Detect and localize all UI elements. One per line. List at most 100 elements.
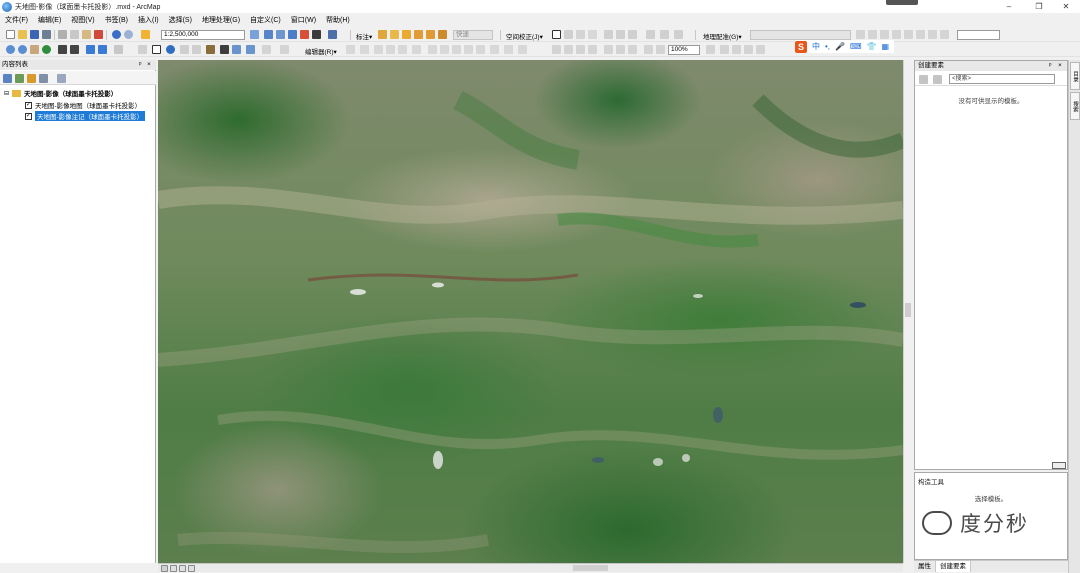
menu-selection[interactable]: 选择(S) bbox=[169, 15, 192, 25]
menu-insert[interactable]: 插入(I) bbox=[138, 15, 159, 25]
layout-options-icon[interactable] bbox=[756, 45, 765, 54]
toc-window-icon[interactable] bbox=[264, 30, 273, 39]
georef-layer-combo[interactable] bbox=[750, 30, 851, 40]
fixed-zoom-out-layout-icon[interactable] bbox=[628, 45, 637, 54]
menu-edit[interactable]: 编辑(E) bbox=[38, 15, 61, 25]
ime-keyboard-icon[interactable]: ⌨ bbox=[850, 42, 862, 51]
labeling-menu[interactable]: 标注▾ bbox=[356, 31, 372, 41]
zoom-in-icon[interactable] bbox=[6, 45, 15, 54]
menu-windows[interactable]: 窗口(W) bbox=[291, 15, 316, 25]
list-by-source-icon[interactable] bbox=[15, 74, 24, 83]
layer-swipe-icon[interactable] bbox=[280, 45, 289, 54]
toc-layer-item[interactable]: ✓ 天地图-影像地图（球面墨卡托投影） bbox=[25, 100, 141, 110]
ime-toolbox-icon[interactable]: ▦ bbox=[882, 42, 890, 51]
full-extent-globe-icon[interactable] bbox=[42, 45, 51, 54]
trace-icon[interactable] bbox=[398, 45, 407, 54]
layout-zoom-in-icon[interactable] bbox=[552, 45, 561, 54]
new-displacement-link-icon[interactable] bbox=[564, 30, 573, 39]
fast-label-combo[interactable]: 快速 bbox=[453, 30, 493, 40]
map-vertical-scrollbar[interactable] bbox=[903, 60, 912, 563]
cut-icon[interactable] bbox=[58, 30, 67, 39]
layout-pan-icon[interactable] bbox=[576, 45, 585, 54]
shift-icon[interactable] bbox=[868, 30, 877, 39]
close-icon[interactable]: × bbox=[1058, 61, 1062, 71]
select-elements-icon[interactable] bbox=[152, 45, 161, 54]
pause-drawing-icon[interactable] bbox=[188, 565, 195, 572]
organize-templates-icon[interactable] bbox=[919, 75, 928, 84]
identity-link-icon[interactable] bbox=[616, 30, 625, 39]
spatial-adjustment-menu[interactable]: 空间校正(J)▾ bbox=[506, 31, 543, 41]
reshape-feature-icon[interactable] bbox=[440, 45, 449, 54]
catalog-window-icon[interactable] bbox=[276, 30, 285, 39]
sogou-logo-icon[interactable]: S bbox=[795, 40, 807, 53]
rotate-icon[interactable] bbox=[856, 30, 865, 39]
layout-view-icon[interactable] bbox=[170, 565, 177, 572]
map-scale-combo[interactable]: 1:2,500,000 bbox=[161, 30, 245, 40]
list-by-drawing-order-icon[interactable] bbox=[3, 74, 12, 83]
arctoolbox-icon[interactable] bbox=[300, 30, 309, 39]
endpoint-arc-icon[interactable] bbox=[386, 45, 395, 54]
ime-chinese-mode[interactable]: 中 bbox=[812, 41, 820, 52]
layer-visibility-checkbox[interactable]: ✓ bbox=[25, 101, 32, 109]
fixed-zoom-out-icon[interactable] bbox=[70, 45, 79, 54]
point-icon[interactable] bbox=[412, 45, 421, 54]
editor-menu[interactable]: 编辑器(R)▾ bbox=[305, 46, 337, 56]
rotate-feature-icon[interactable] bbox=[476, 45, 485, 54]
multi-link-icon[interactable] bbox=[588, 30, 597, 39]
horizontal-scrollbar-thumb[interactable] bbox=[573, 565, 608, 571]
list-by-visibility-icon[interactable] bbox=[27, 74, 36, 83]
print-icon[interactable] bbox=[42, 30, 51, 39]
create-features-icon[interactable] bbox=[518, 45, 527, 54]
editor-toolbar-icon[interactable] bbox=[250, 30, 259, 39]
pin-icon[interactable]: ᵖ bbox=[1049, 61, 1051, 71]
sketch-properties-icon[interactable] bbox=[504, 45, 513, 54]
fixed-zoom-in-layout-icon[interactable] bbox=[616, 45, 625, 54]
search-window-icon[interactable] bbox=[288, 30, 297, 39]
ime-voice-icon[interactable]: 🎤 bbox=[835, 42, 845, 51]
zoom-whole-page-icon[interactable] bbox=[588, 45, 597, 54]
menu-geoprocessing[interactable]: 地理处理(G) bbox=[202, 15, 240, 25]
auto-adjust-icon[interactable] bbox=[928, 30, 937, 39]
label-lock-icon[interactable] bbox=[390, 30, 399, 39]
create-viewer-window-icon[interactable] bbox=[262, 45, 271, 54]
measure-icon[interactable] bbox=[206, 45, 215, 54]
georeferencing-menu[interactable]: 地理配准(G)▾ bbox=[703, 31, 742, 41]
select-by-rectangle-icon[interactable] bbox=[138, 45, 147, 54]
minimize-button[interactable]: – bbox=[995, 0, 1023, 13]
split-icon[interactable] bbox=[464, 45, 473, 54]
side-tab-catalog[interactable]: 目录 bbox=[1070, 62, 1080, 90]
view-unplaced-labels-icon[interactable] bbox=[426, 30, 435, 39]
layout-zoom-out-icon[interactable] bbox=[564, 45, 573, 54]
maximize-button[interactable]: ❐ bbox=[1025, 0, 1053, 13]
add-control-points-icon[interactable] bbox=[892, 30, 901, 39]
template-filter-icon[interactable] bbox=[933, 75, 942, 84]
tab-attributes[interactable]: 属性 bbox=[914, 561, 936, 572]
fixed-zoom-in-icon[interactable] bbox=[58, 45, 67, 54]
find-route-icon[interactable] bbox=[232, 45, 241, 54]
label-weight-icon[interactable] bbox=[414, 30, 423, 39]
label-options-icon[interactable] bbox=[438, 30, 447, 39]
limited-adjust-icon[interactable] bbox=[628, 30, 637, 39]
edge-match-icon[interactable] bbox=[660, 30, 669, 39]
straight-segment-icon[interactable] bbox=[374, 45, 383, 54]
pan-hand-icon[interactable] bbox=[30, 45, 39, 54]
label-manager-icon[interactable] bbox=[378, 30, 387, 39]
open-folder-icon[interactable] bbox=[18, 30, 27, 39]
zoom-100-icon[interactable] bbox=[604, 45, 613, 54]
modify-link-icon[interactable] bbox=[576, 30, 585, 39]
toggle-draft-mode-icon[interactable] bbox=[706, 45, 715, 54]
go-back-extent-icon[interactable] bbox=[644, 45, 653, 54]
tab-create-features[interactable]: 创建要素 bbox=[936, 561, 971, 572]
ime-punctuation-icon[interactable]: •, bbox=[825, 42, 830, 51]
collapse-toggle-icon[interactable]: ⊟ bbox=[4, 90, 9, 97]
edit-annotation-icon[interactable] bbox=[360, 45, 369, 54]
paste-icon[interactable] bbox=[82, 30, 91, 39]
layer-visibility-checkbox[interactable]: ✓ bbox=[25, 112, 32, 120]
html-popup-icon[interactable] bbox=[192, 45, 201, 54]
splitter-toggle-icon[interactable] bbox=[1052, 462, 1066, 469]
refresh-icon[interactable] bbox=[940, 30, 949, 39]
menu-bookmarks[interactable]: 书签(B) bbox=[105, 15, 128, 25]
fit-to-display-icon[interactable] bbox=[916, 30, 925, 39]
pin-icon[interactable]: ᵖ bbox=[139, 60, 141, 70]
menu-file[interactable]: 文件(F) bbox=[5, 15, 28, 25]
